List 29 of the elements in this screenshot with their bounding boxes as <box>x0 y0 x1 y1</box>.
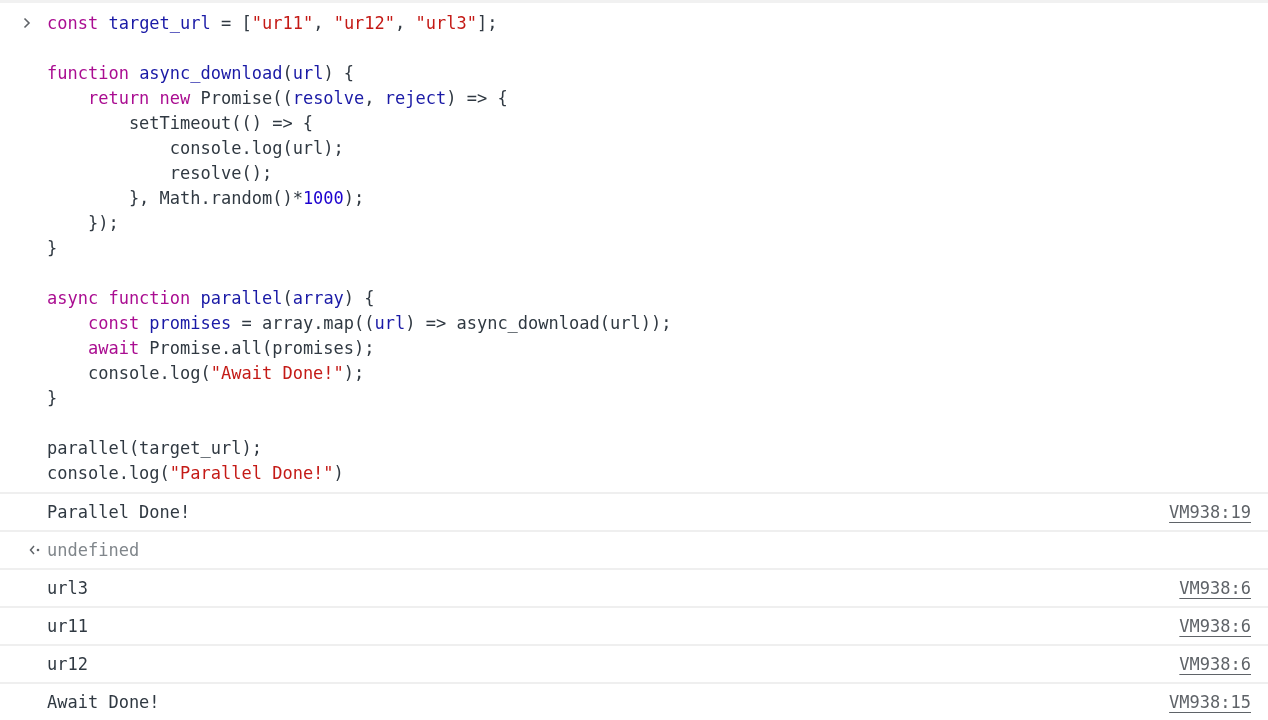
code-line: function async_download(url) { <box>47 62 355 85</box>
console-message: Parallel Done! <box>47 502 191 522</box>
source-link[interactable]: VM938:6 <box>1179 616 1251 636</box>
code-line: console.log(url); <box>168 137 344 160</box>
code-line: }, Math.random()*1000); <box>127 187 365 210</box>
console-message: ur12 <box>47 654 88 674</box>
code-line: const target_url = ["ur11", "ur12", "url3"]; <box>47 12 498 35</box>
code-line: await Promise.all(promises); <box>86 337 375 360</box>
code-line: } <box>47 387 58 410</box>
code-line: async function parallel(array) { <box>47 287 375 310</box>
console-message: undefined <box>47 540 140 560</box>
source-link[interactable]: VM938:6 <box>1179 654 1251 674</box>
source-link[interactable]: VM938:6 <box>1179 578 1251 598</box>
code-line: resolve(); <box>168 162 273 185</box>
console-message: url3 <box>47 578 88 598</box>
chevron-right-icon <box>23 17 31 29</box>
code-line: console.log("Await Done!"); <box>86 362 365 385</box>
code-line: } <box>47 237 58 260</box>
console-message: Await Done! <box>47 692 160 712</box>
code-line: return new Promise((resolve, reject) => { <box>86 87 508 110</box>
code-line: }); <box>86 212 119 235</box>
return-arrow-icon <box>29 545 41 555</box>
source-link[interactable]: VM938:15 <box>1169 692 1251 712</box>
console-message: ur11 <box>47 616 88 636</box>
code-line: parallel(target_url); <box>47 437 262 460</box>
code-line: const promises = array.map((url) => async_download(url)); <box>86 312 672 335</box>
code-line: console.log("Parallel Done!") <box>47 462 344 485</box>
source-link[interactable]: VM938:19 <box>1169 502 1251 522</box>
code-line: setTimeout(() => { <box>127 112 314 135</box>
